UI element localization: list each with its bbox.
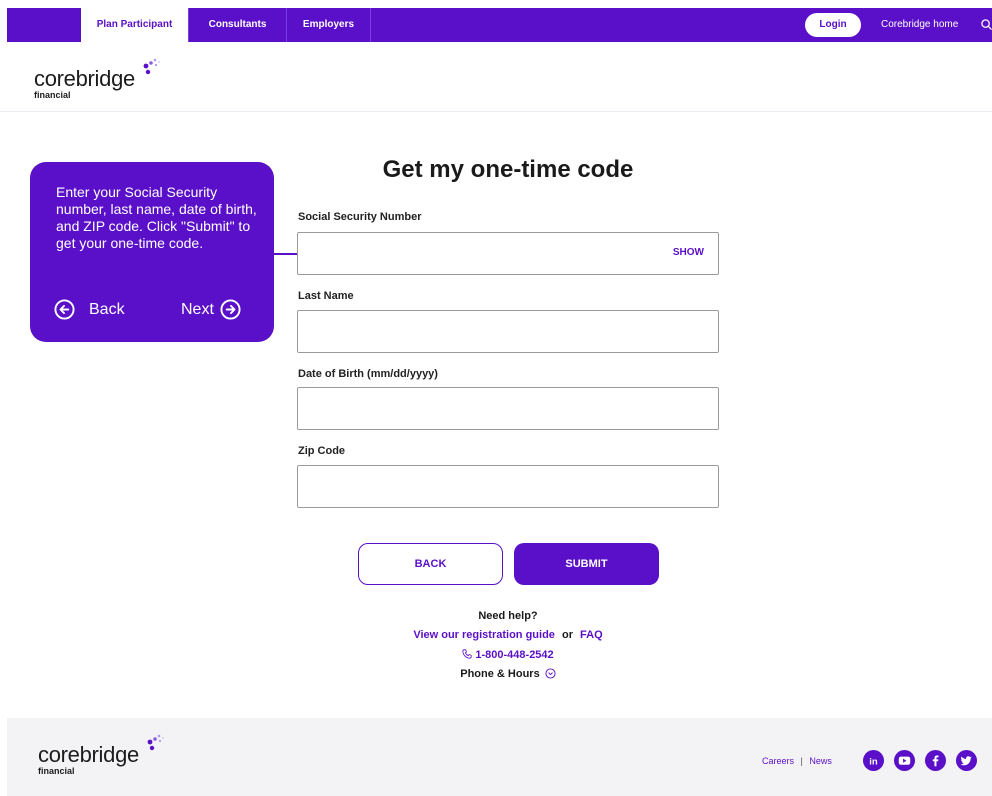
logo-subtext: financial	[34, 90, 71, 100]
registration-guide-link[interactable]: View our registration guide	[413, 629, 555, 641]
site-footer: corebridge financial Careers | News in	[7, 718, 992, 796]
callout-text: Enter your Social Security number, last …	[56, 184, 257, 251]
or-text: or	[561, 629, 573, 641]
search-icon[interactable]	[981, 19, 992, 30]
tab-plan-participant[interactable]: Plan Participant	[81, 8, 188, 42]
top-nav-bar: Plan Participant Consultants Employers L…	[7, 8, 992, 42]
arrow-right-circle-icon	[220, 299, 241, 320]
submit-button[interactable]: SUBMIT	[514, 543, 659, 585]
phone-link[interactable]: 1-800-448-2542	[330, 649, 686, 661]
faq-link[interactable]: FAQ	[580, 629, 603, 641]
footer-logo-subtext: financial	[38, 766, 75, 776]
footer-logo-dots-icon	[147, 734, 164, 751]
site-header: corebridge financial	[0, 42, 992, 112]
chevron-down-circle-icon	[545, 668, 556, 679]
arrow-left-circle-icon	[54, 299, 75, 320]
dob-label: Date of Birth (mm/dd/yyyy)	[298, 368, 438, 380]
help-links-row: View our registration guide or FAQ	[330, 629, 686, 641]
callout-next-button[interactable]: Next	[181, 299, 241, 320]
tutorial-callout: Enter your Social Security number, last …	[30, 162, 274, 342]
footer-logo-wordmark: corebridge	[38, 742, 139, 767]
last-name-label: Last Name	[298, 290, 354, 302]
tab-employers[interactable]: Employers	[287, 8, 371, 42]
callout-back-button[interactable]: Back	[54, 299, 125, 320]
corebridge-home-link[interactable]: Corebridge home	[881, 8, 958, 42]
phone-hours-label: Phone & Hours	[460, 668, 540, 680]
phone-number: 1-800-448-2542	[475, 649, 554, 661]
show-ssn-toggle[interactable]: SHOW	[673, 247, 704, 258]
phone-icon	[462, 649, 472, 659]
footer-links: Careers | News	[762, 756, 832, 766]
page-title: Get my one-time code	[382, 156, 634, 183]
zip-label: Zip Code	[298, 445, 346, 457]
back-button[interactable]: BACK	[358, 543, 503, 585]
ssn-input[interactable]: SHOW	[297, 232, 719, 275]
zip-input[interactable]	[297, 465, 719, 508]
news-link[interactable]: News	[809, 756, 832, 766]
logo-wordmark: corebridge	[34, 66, 135, 91]
corebridge-logo[interactable]: corebridge financial	[34, 58, 160, 100]
need-help-heading: Need help?	[478, 610, 538, 622]
linkedin-icon[interactable]: in	[863, 750, 884, 771]
svg-text:in: in	[869, 756, 878, 767]
ssn-label: Social Security Number	[298, 211, 422, 223]
last-name-input[interactable]	[297, 310, 719, 353]
phone-hours-toggle[interactable]: Phone & Hours	[330, 668, 686, 680]
login-button[interactable]: Login	[805, 13, 861, 37]
footer-corebridge-logo[interactable]: corebridge financial	[38, 734, 164, 776]
facebook-icon[interactable]	[925, 750, 946, 771]
youtube-icon[interactable]	[894, 750, 915, 771]
footer-link-separator: |	[800, 756, 803, 766]
twitter-icon[interactable]	[956, 750, 977, 771]
dob-input[interactable]	[297, 387, 719, 430]
careers-link[interactable]: Careers	[762, 756, 794, 766]
callout-next-label: Next	[181, 300, 214, 318]
tab-consultants[interactable]: Consultants	[188, 8, 287, 42]
callout-back-label: Back	[89, 300, 125, 318]
logo-dots-icon	[143, 58, 160, 75]
